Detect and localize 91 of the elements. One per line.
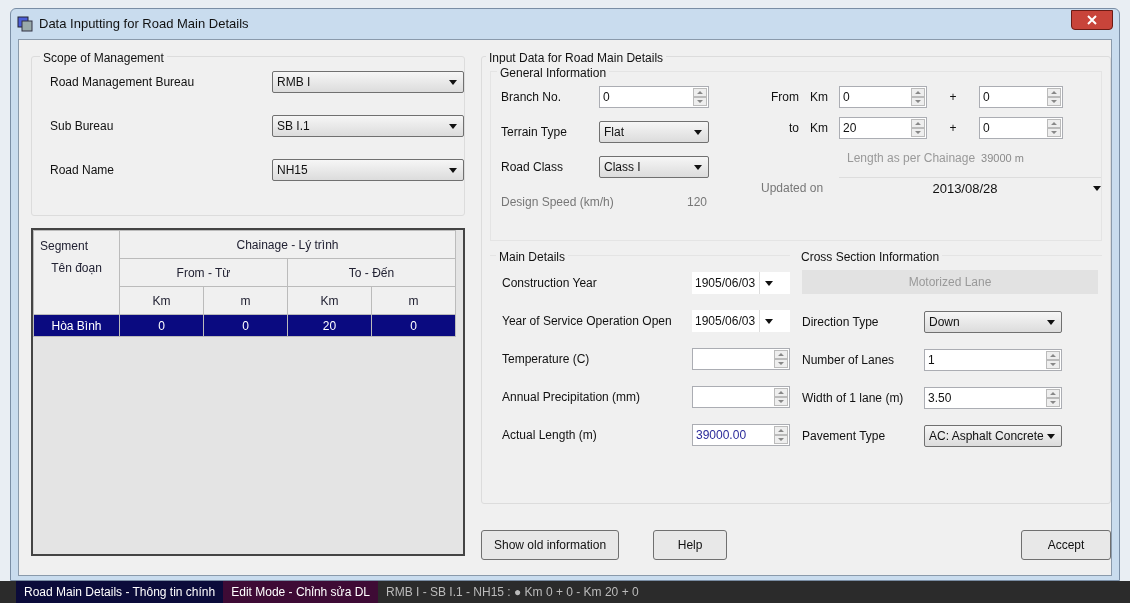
table-row[interactable]: Hòa Bình 0 0 20 0 (33, 314, 456, 337)
status-mode: Edit Mode - Chỉnh sửa DL (223, 581, 378, 603)
field-label: Temperature (C) (502, 351, 591, 368)
spin-arrows-icon[interactable] (774, 388, 788, 406)
column-header: Segment (39, 238, 90, 255)
spin-field[interactable]: 3.50 (924, 387, 1062, 409)
spin-field[interactable] (692, 386, 790, 408)
caret-icon (765, 280, 774, 286)
caret-icon (694, 164, 702, 170)
dropdown[interactable]: RMB I (272, 71, 464, 93)
column-header: m (371, 286, 456, 315)
help-button[interactable]: Help (653, 530, 728, 560)
spin-field[interactable]: 20 (839, 117, 927, 139)
spin-arrows-icon[interactable] (774, 426, 788, 444)
table-cell: 0 (371, 314, 456, 337)
spin-arrows-icon[interactable] (1046, 351, 1060, 369)
spin-arrows-icon[interactable] (1047, 119, 1061, 137)
window-icon (17, 16, 33, 32)
dropdown[interactable]: NH15 (272, 159, 464, 181)
status-section: Road Main Details - Thông tin chính (16, 581, 224, 603)
table-cell: 0 (119, 314, 204, 337)
spin-field[interactable]: 0 (599, 86, 709, 108)
column-header: Km (287, 286, 372, 315)
field-label: Terrain Type (501, 124, 568, 141)
spin-arrows-icon[interactable] (1047, 88, 1061, 106)
field-label: Width of 1 lane (m) (802, 390, 905, 407)
table-cell: Hòa Bình (33, 314, 120, 337)
date-picker[interactable]: 1905/06/03 (692, 272, 790, 294)
field-label: Road Management Bureau (50, 74, 196, 91)
field-label: Design Speed (km/h) (501, 194, 615, 211)
caret-icon (1047, 319, 1055, 325)
field-value: 39000 m (981, 150, 1024, 166)
field-label: Updated on (761, 180, 825, 197)
plus-sign: + (948, 120, 958, 137)
field-label: From (770, 89, 799, 106)
plus-sign: + (948, 89, 958, 106)
caret-icon (449, 79, 457, 85)
spin-arrows-icon[interactable] (1046, 389, 1060, 407)
unit-label: Km (809, 120, 829, 137)
dropdown[interactable]: Down (924, 311, 1062, 333)
spin-arrows-icon[interactable] (911, 119, 925, 137)
spin-field[interactable]: 0 (979, 117, 1063, 139)
date-picker[interactable]: 1905/06/03 (692, 310, 790, 332)
spin-arrows-icon[interactable] (693, 88, 707, 106)
column-header: Tên đoạn (50, 261, 103, 275)
field-label: Length as per Chainage (847, 150, 976, 167)
field-label: Direction Type (802, 314, 880, 331)
spin-field[interactable]: 1 (924, 349, 1062, 371)
window-title: Data Inputting for Road Main Details (39, 15, 249, 34)
caret-icon (1047, 433, 1055, 439)
table-cell: 20 (287, 314, 372, 337)
column-header: Chainage - Lý trình (119, 230, 456, 259)
column-header: From - Từ (119, 258, 288, 287)
table-cell: 0 (203, 314, 288, 337)
spin-arrows-icon[interactable] (911, 88, 925, 106)
caret-icon (694, 129, 702, 135)
caret-icon (449, 123, 457, 129)
dropdown[interactable]: Class I (599, 156, 709, 178)
close-icon (1087, 15, 1097, 25)
show-old-information-button[interactable]: Show old information (481, 530, 620, 560)
accept-button[interactable]: Accept (1021, 530, 1111, 560)
field-label: Year of Service Operation Open (502, 313, 673, 330)
dropdown[interactable]: Flat (599, 121, 709, 143)
field-label: Pavement Type (802, 428, 887, 445)
spin-field[interactable] (692, 348, 790, 370)
field-label: Sub Bureau (50, 118, 115, 135)
field-label: Construction Year (502, 275, 598, 292)
caret-icon (1093, 186, 1101, 191)
spin-field[interactable]: 0 (839, 86, 927, 108)
status-path: RMB I - SB I.1 - NH15 : ● Km 0 + 0 - Km 20 + 0 (385, 584, 640, 601)
field-label: Annual Precipitation (mm) (502, 389, 642, 406)
column-header: To - Đến (287, 258, 456, 287)
spin-field[interactable]: 0 (979, 86, 1063, 108)
field-label: Road Name (50, 162, 116, 179)
field-label: Branch No. (501, 89, 563, 106)
date-picker[interactable]: 2013/08/28 (839, 177, 1101, 199)
dropdown[interactable]: AC: Asphalt Concrete (924, 425, 1062, 447)
unit-label: Km (809, 89, 829, 106)
caret-icon (449, 167, 457, 173)
field-label: Actual Length (m) (502, 427, 598, 444)
field-label: to (788, 120, 799, 137)
spin-arrows-icon[interactable] (774, 350, 788, 368)
field-value: 120 (687, 194, 708, 211)
column-header: m (203, 286, 288, 315)
field-label: Road Class (501, 159, 565, 176)
spin-field[interactable]: 39000.00 (692, 424, 790, 446)
field-label: Number of Lanes (802, 352, 896, 369)
dropdown[interactable]: SB I.1 (272, 115, 464, 137)
close-button[interactable] (1071, 10, 1113, 30)
column-header: Km (119, 286, 204, 315)
caret-icon (765, 318, 774, 324)
